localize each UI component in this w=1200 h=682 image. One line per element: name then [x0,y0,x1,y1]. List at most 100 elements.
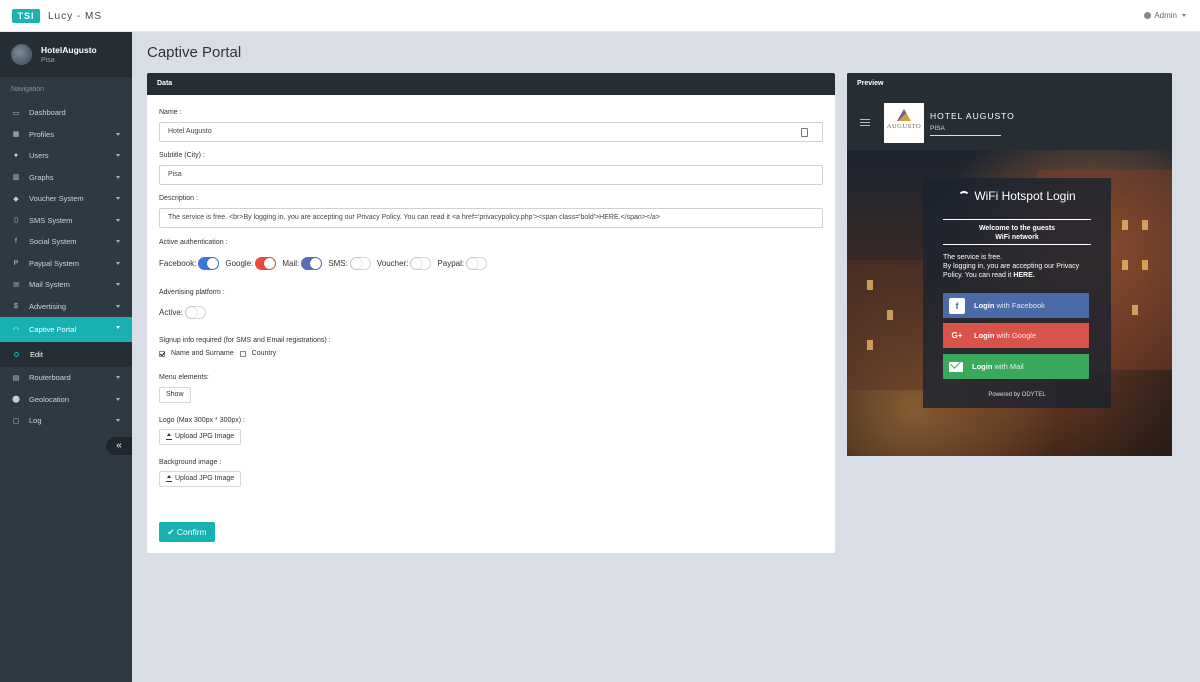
clipboard-icon [801,128,808,137]
window-light [1122,220,1128,230]
sidebar-item-advertising[interactable]: $ Advertising [0,296,132,318]
hotel-logo: AUGUSTO [884,103,924,143]
wifi-icon: ◠ [12,326,20,334]
window-light [867,340,873,350]
sidebar-subitem-edit[interactable]: Edit [0,342,132,367]
profile-name: HotelAugusto [41,45,97,55]
mail-toggle[interactable] [301,257,323,270]
sidebar-item-paypal-system[interactable]: P Paypal System [0,253,132,275]
sidebar-profile: HotelAugusto Pisa [0,32,132,77]
advertising-toggle-row: Active: [159,306,212,319]
sidebar-item-routerboard[interactable]: ▤ Routerboard [0,367,132,389]
subtitle-input[interactable]: Pisa [159,165,823,185]
login-facebook-button[interactable]: f Login with Facebook [943,293,1089,318]
description-line: By logging in, you are accepting our Pri… [943,263,1080,279]
sidebar-item-mail-system[interactable]: ✉ Mail System [0,274,132,296]
toggle-label: Google: [225,259,254,268]
sidebar-item-captive-portal[interactable]: ◠ Captive Portal [0,317,132,342]
button-label: Confirm [176,527,207,537]
app-name: Lucy - MS [48,10,103,22]
login-mail-button[interactable]: Login with Mail [943,354,1089,379]
subtitle-label: Subtitle (City) : [159,152,205,159]
sidebar-item-users[interactable]: ● Users [0,145,132,167]
sidebar-item-social-system[interactable]: f Social System [0,231,132,253]
description-input[interactable]: The service is free. <br>By logging in, … [159,208,823,228]
envelope-icon [949,361,963,372]
map-marker-icon: ⬤ [12,396,20,404]
toggle-knob [411,258,423,269]
sidebar-item-dashboard[interactable]: ▭ Dashboard [0,102,132,124]
toggle-knob [350,258,362,269]
hamburger-menu-icon[interactable] [860,119,870,126]
hotel-name: HOTEL AUGUSTO [930,111,1015,121]
sidebar-item-sms-system[interactable]: ▯ SMS System [0,210,132,232]
caret-down-icon [116,376,120,379]
advertising-active-toggle[interactable] [185,306,207,319]
caret-down-icon [116,175,120,179]
google-toggle[interactable] [255,257,277,270]
ticket-icon: ◆ [13,195,19,203]
button-label: Login with Mail [972,362,1024,371]
description-label: Description : [159,195,198,202]
upload-icon [166,433,172,440]
sidebar-item-label: SMS System [29,215,73,225]
sidebar-item-log[interactable]: ▢ Log [0,410,132,432]
confirm-button[interactable]: ✔ Confirm [159,522,215,542]
upload-icon [166,475,172,482]
toggle-knob [310,258,322,269]
name-surname-checkbox[interactable] [159,350,165,357]
toggle-label: Voucher: [376,259,409,268]
sidebar-item-geolocation[interactable]: ⬤ Geolocation [0,389,132,411]
button-label: Login with Google [974,331,1036,340]
caret-down-icon [116,326,120,329]
subtitle-input-value: Pisa [168,171,182,178]
envelope-icon: ✉ [13,281,19,289]
country-checkbox[interactable] [239,350,246,357]
auth-toggles: Facebook: Google: Mail: SMS: Voucher: Pa… [159,257,493,270]
button-label-prefix: Login [974,301,995,310]
sidebar-item-label: Geolocation [29,394,70,404]
name-input[interactable]: Hotel Augusto [159,122,823,142]
toggle-knob [264,258,276,269]
divider [943,219,1091,220]
sms-toggle[interactable] [349,257,371,270]
voucher-toggle[interactable] [410,257,432,270]
signup-label: Signup info required (for SMS and Email … [159,337,331,344]
background-image-label: Background image : [159,459,222,466]
sidebar-item-label: Users [29,151,49,161]
window-light [1132,305,1138,315]
grid-icon: ▦ [12,131,20,139]
login-description: The service is free. By logging in, you … [943,253,1093,280]
button-label: Upload JPG Image [175,475,235,482]
upload-background-button[interactable]: Upload JPG Image [159,471,242,487]
google-plus-icon: G+ [951,331,963,340]
sidebar-collapse-button[interactable]: « [106,437,132,455]
toggle-label: SMS: [328,259,348,268]
toggle-label: Active: [159,308,184,317]
profile-city: Pisa [41,57,55,64]
window-light [1142,220,1148,230]
sidebar-item-label: Log [29,416,42,426]
dollar-icon: $ [14,302,18,310]
paypal-toggle[interactable] [466,257,488,270]
window-light [1122,260,1128,270]
menu-elements-label: Menu elements: [159,374,209,381]
sidebar-item-graphs[interactable]: ▥ Graphs [0,167,132,189]
facebook-toggle[interactable] [198,257,220,270]
preview-header-bar: AUGUSTO HOTEL AUGUSTO PISA [847,95,1172,150]
sidebar-item-profiles[interactable]: ▦ Profiles [0,124,132,146]
button-label: Upload JPG Image [175,433,235,440]
user-menu[interactable]: Admin [1144,11,1186,20]
login-google-button[interactable]: G+ Login with Google [943,323,1089,348]
caret-down-icon [1182,14,1186,17]
preview-background-image: WiFi Hotspot Login Welcome to the guests… [847,150,1172,456]
name-input-value: Hotel Augusto [168,128,212,135]
show-menu-button[interactable]: Show [159,387,191,403]
sidebar-item-voucher-system[interactable]: ◆ Voucher System [0,188,132,210]
upload-logo-button[interactable]: Upload JPG Image [159,429,242,445]
brand[interactable]: TSI Lucy - MS [12,9,102,23]
powered-by: Powered by ODYTEL [988,392,1046,398]
sidebar-item-label: Paypal System [29,258,80,268]
welcome-line: WiFi network [995,234,1039,241]
privacy-link[interactable]: HERE. [1013,272,1034,279]
